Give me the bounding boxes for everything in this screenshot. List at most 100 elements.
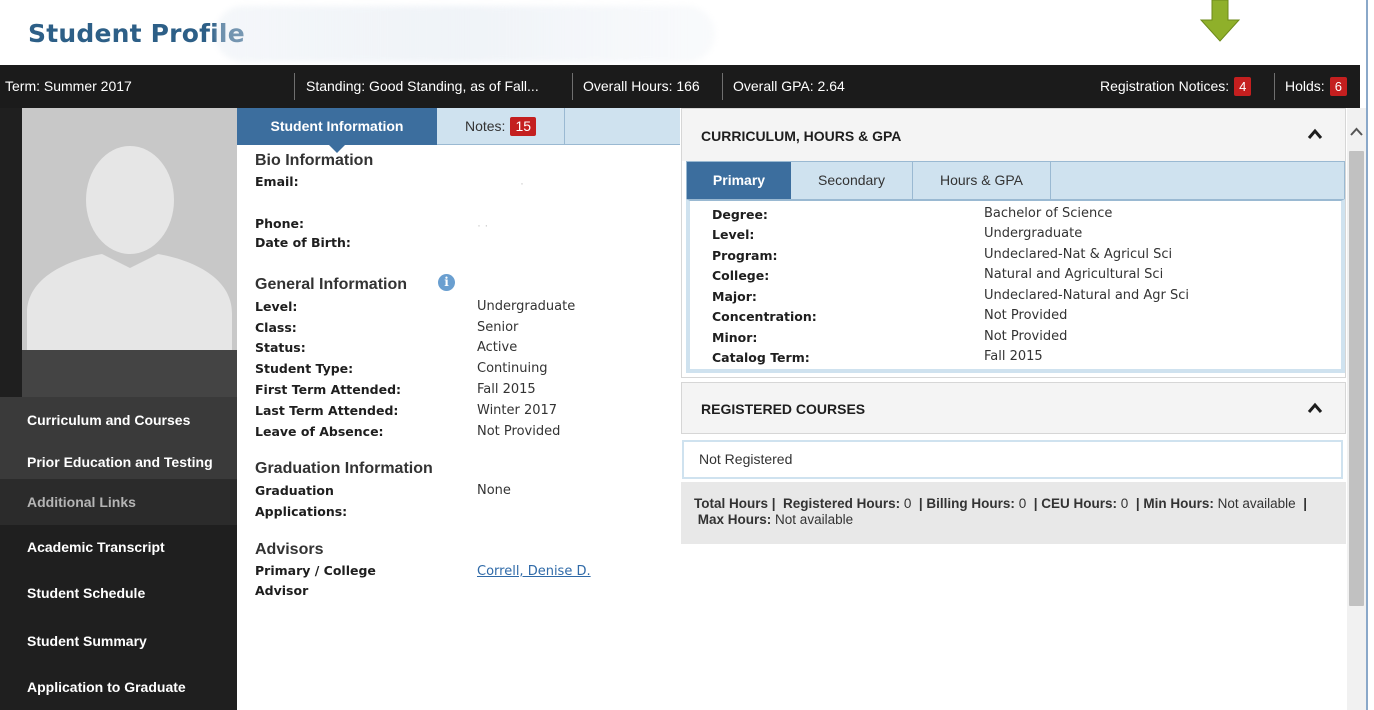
- scrollbar-thumb[interactable]: [1349, 151, 1364, 606]
- degree-value: Bachelor of Science: [984, 206, 1113, 221]
- notes-label: Notes:: [464, 118, 506, 134]
- divider: [294, 73, 295, 100]
- registered-courses-body: Not Registered Total Hours | Registered …: [681, 434, 1346, 546]
- advisor-role-label-cont: Advisor: [255, 583, 309, 598]
- page-header: Student Profile: [0, 0, 1374, 65]
- window-edge-strip: [1368, 0, 1374, 710]
- curriculum-level-label: Level:: [712, 227, 755, 242]
- level-label: Level:: [255, 299, 298, 314]
- minor-label: Minor:: [712, 330, 758, 345]
- sidebar-item-application-to-graduate[interactable]: Application to Graduate: [0, 664, 237, 710]
- billing-hours-label: Billing Hours:: [926, 496, 1015, 511]
- holds-label: Holds:: [1285, 78, 1325, 94]
- sidebar-item-additional-links: Additional Links: [0, 479, 237, 525]
- registered-courses-panel: REGISTERED COURSES Not Registered Total …: [681, 382, 1346, 547]
- catalog-term-value: Fall 2015: [984, 349, 1043, 364]
- page-title: Student Profile: [28, 19, 245, 48]
- graduation-applications-value: None: [477, 483, 511, 498]
- sidebar-item-student-summary[interactable]: Student Summary: [0, 618, 237, 664]
- billing-hours-value: 0: [1018, 496, 1027, 511]
- tab-secondary[interactable]: Secondary: [791, 162, 913, 199]
- student-profile-page: Student Profile Term: Summer 2017 Standi…: [0, 0, 1374, 710]
- notes-badge: 15: [510, 117, 537, 136]
- chevron-up-icon[interactable]: [1307, 128, 1323, 140]
- bio-information-heading: Bio Information: [255, 152, 374, 169]
- redacted-phone: · ·: [477, 218, 489, 232]
- degree-label: Degree:: [712, 207, 768, 222]
- holds-link[interactable]: Holds: 6: [1285, 65, 1347, 108]
- student-type-value: Continuing: [477, 361, 548, 376]
- vertical-scrollbar[interactable]: [1347, 108, 1366, 710]
- primary-curriculum-details: Degree: Bachelor of Science Level: Under…: [686, 199, 1345, 373]
- right-panels: CURRICULUM, HOURS & GPA Primary Secondar…: [680, 108, 1347, 710]
- advisor-role-label: Primary / College: [255, 563, 376, 578]
- overall-gpa-indicator: Overall GPA: 2.64: [733, 78, 845, 94]
- major-value: Undeclared-Natural and Agr Sci: [984, 288, 1190, 303]
- divider: [1274, 73, 1275, 100]
- registered-courses-title: REGISTERED COURSES: [701, 401, 866, 417]
- leave-of-absence-value: Not Provided: [477, 424, 561, 439]
- ceu-hours-value: 0: [1120, 496, 1129, 511]
- status-bar: Term: Summer 2017 Standing: Good Standin…: [0, 65, 1360, 108]
- concentration-value: Not Provided: [984, 308, 1068, 323]
- first-term-label: First Term Attended:: [255, 382, 402, 397]
- student-info-panel: Student Information Notes: 15 Bio Informa…: [237, 108, 680, 710]
- phone-label: Phone:: [255, 216, 305, 231]
- curriculum-tabs: Primary Secondary Hours & GPA: [686, 161, 1345, 207]
- class-label: Class:: [255, 320, 297, 335]
- student-photo: [22, 108, 237, 350]
- status-label: Status:: [255, 340, 306, 355]
- advisor-link[interactable]: Correll, Denise D.: [477, 564, 591, 579]
- standing-indicator[interactable]: Standing: Good Standing, as of Fall...: [306, 65, 539, 108]
- total-hours-label: Total Hours |: [694, 496, 776, 511]
- graduation-applications-label: Graduation: [255, 483, 334, 498]
- tab-hours-and-gpa[interactable]: Hours & GPA: [913, 162, 1051, 199]
- scroll-up-icon[interactable]: [1347, 122, 1366, 142]
- info-icon[interactable]: i: [438, 274, 455, 291]
- tab-student-information[interactable]: Student Information: [237, 108, 437, 153]
- min-hours-label: Min Hours:: [1143, 496, 1214, 511]
- graduation-information-heading: Graduation Information: [255, 460, 433, 477]
- divider: [722, 73, 723, 100]
- date-of-birth-label: Date of Birth:: [255, 235, 351, 250]
- minor-value: Not Provided: [984, 329, 1068, 344]
- curriculum-panel-header: CURRICULUM, HOURS & GPA: [682, 109, 1345, 161]
- redacted-email: ·: [520, 176, 524, 190]
- student-type-label: Student Type:: [255, 361, 354, 376]
- graduation-applications-label-cont: Applications:: [255, 504, 348, 519]
- down-arrow-icon: [1199, 0, 1241, 42]
- registered-courses-header: REGISTERED COURSES: [681, 382, 1346, 434]
- registration-notices-label: Registration Notices:: [1100, 78, 1230, 94]
- tab-primary[interactable]: Primary: [687, 162, 791, 207]
- max-hours-label: Max Hours:: [697, 512, 772, 527]
- college-value: Natural and Agricultural Sci: [984, 267, 1164, 282]
- status-value: Active: [477, 340, 518, 355]
- tab-notes[interactable]: Notes: 15: [437, 108, 565, 145]
- concentration-label: Concentration:: [712, 309, 817, 324]
- holds-badge: 6: [1329, 77, 1347, 96]
- curriculum-panel-title: CURRICULUM, HOURS & GPA: [701, 128, 902, 144]
- last-term-label: Last Term Attended:: [255, 403, 399, 418]
- sidebar-item-curriculum-and-courses[interactable]: Curriculum and Courses: [0, 397, 237, 443]
- curriculum-level-value: Undergraduate: [984, 226, 1083, 241]
- program-label: Program:: [712, 248, 778, 263]
- registered-hours-value: 0: [903, 496, 912, 511]
- level-value: Undergraduate: [477, 299, 576, 314]
- registration-notices-link[interactable]: Registration Notices: 4: [1100, 65, 1252, 108]
- avatar-placeholder-icon: [22, 108, 237, 350]
- term-indicator[interactable]: Term: Summer 2017: [5, 65, 132, 108]
- redacted-name-area: [215, 6, 715, 62]
- min-hours-value: Not available: [1217, 496, 1296, 511]
- sidebar-item-student-schedule[interactable]: Student Schedule: [0, 570, 237, 616]
- class-value: Senior: [477, 320, 519, 335]
- sidebar: Curriculum and Courses Prior Education a…: [0, 108, 237, 710]
- overall-hours-indicator: Overall Hours: 166: [583, 78, 700, 94]
- advisors-heading: Advisors: [255, 541, 324, 558]
- college-label: College:: [712, 268, 770, 283]
- max-hours-value: Not available: [775, 512, 854, 527]
- hours-summary: Total Hours | Registered Hours: 0 | Bill…: [681, 482, 1346, 544]
- email-label: Email:: [255, 174, 299, 189]
- chevron-up-icon[interactable]: [1307, 402, 1323, 414]
- sidebar-item-academic-transcript[interactable]: Academic Transcript: [0, 524, 237, 570]
- student-info-tabs: Student Information Notes: 15: [237, 108, 680, 153]
